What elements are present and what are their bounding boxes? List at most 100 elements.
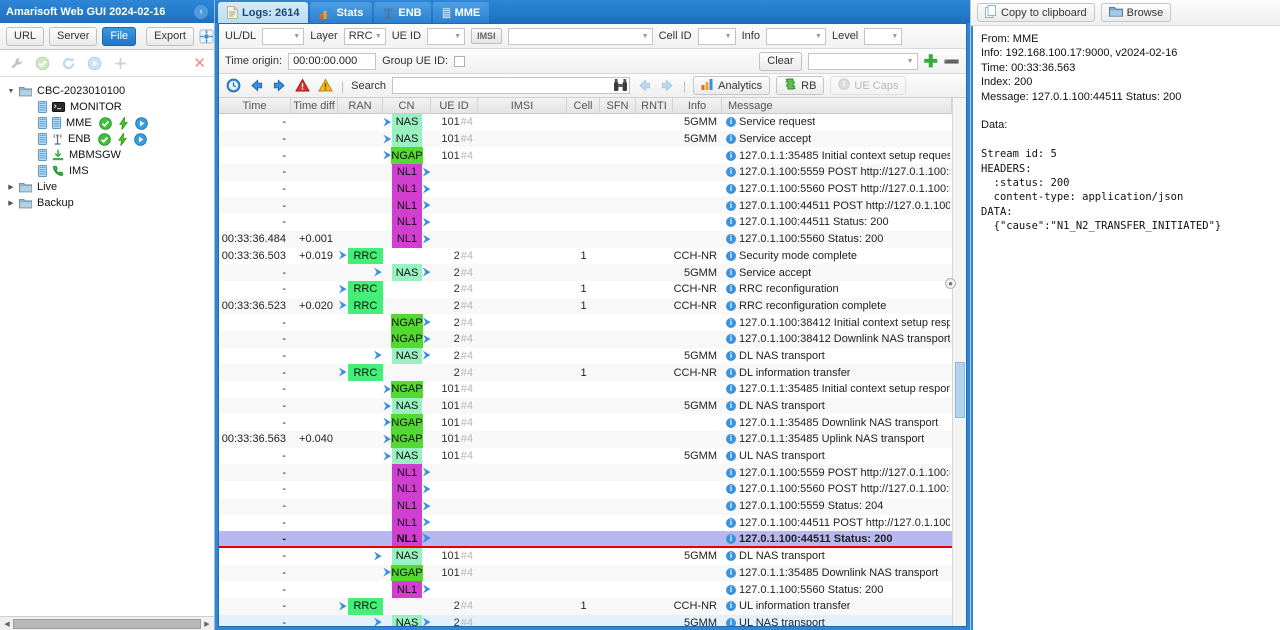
tab-logs[interactable]: Logs: 2614 xyxy=(218,2,309,23)
table-vertical-scrollbar[interactable]: ● xyxy=(945,98,966,626)
lightning-icon[interactable] xyxy=(117,132,127,146)
tree-item-mbmsgw[interactable]: MBMSGW xyxy=(0,147,214,163)
uldl-select[interactable]: ▼ xyxy=(262,27,305,45)
search-prev-icon[interactable] xyxy=(636,77,653,94)
tree-item-mme[interactable]: MME xyxy=(0,115,214,131)
column-header-time[interactable]: Time xyxy=(219,98,291,114)
scroll-right-arrow-icon[interactable]: ▶ xyxy=(201,620,213,628)
lightning-icon[interactable] xyxy=(118,116,128,130)
tree-twisty-icon[interactable]: ▶ xyxy=(6,199,16,207)
collapse-sidebar-icon[interactable]: ‹ xyxy=(194,4,208,19)
table-row[interactable]: - NL1 ⮞ i 127.0.1.100:5560 POST http://127.0… xyxy=(219,481,952,498)
table-row[interactable]: - ⮞ NAS 101 #4 5GMM i Service accept xyxy=(219,130,952,148)
rb-button[interactable]: RB xyxy=(776,76,825,95)
clear-button[interactable]: Clear xyxy=(759,51,802,71)
arrow-left-icon[interactable] xyxy=(248,77,265,94)
search-next-icon[interactable] xyxy=(659,77,676,94)
connect-icon[interactable] xyxy=(199,28,214,45)
table-row[interactable]: - ⮞RRC 2#4 1 DCCH-NR iUL information transfer xyxy=(219,597,952,615)
ueid-select[interactable]: ▼ xyxy=(427,27,466,45)
tab-enb[interactable]: ENB xyxy=(374,2,431,23)
status-ok-icon[interactable] xyxy=(97,132,111,146)
cellid-select[interactable]: ▼ xyxy=(697,27,736,45)
table-row[interactable]: - NL1 ⮞ i 127.0.1.100:5559 Status: 204 xyxy=(219,497,952,515)
table-body[interactable]: - ⮞ NAS 101 #4 5GMM i Service request - ⮞ NAS 101 #4… xyxy=(219,114,952,626)
tree-item-ims[interactable]: IMS xyxy=(0,163,214,179)
table-row[interactable]: - NL1 ⮞ i 127.0.1.100:5559 POST http://127.0… xyxy=(219,164,952,181)
status-ok-icon[interactable] xyxy=(98,116,112,130)
export-button[interactable]: Export xyxy=(146,26,194,46)
server-button[interactable]: Server xyxy=(49,26,98,46)
table-row[interactable]: - ⮞ NGAP 101 #4 i 127.0.1.1:35485 Initial cont… xyxy=(219,147,952,165)
tree-item-backup[interactable]: ▶ Backup xyxy=(0,195,214,211)
add-preset-icon[interactable]: ✚ xyxy=(924,53,938,70)
level-select[interactable]: ▼ xyxy=(864,27,903,45)
scroll-thumb[interactable] xyxy=(955,362,965,418)
search-input[interactable] xyxy=(391,77,630,94)
imsi-button[interactable]: IMSI xyxy=(471,28,502,44)
table-row[interactable]: - ⮞ NAS ⮞ 2 #4 5GMM i DL NAS transport xyxy=(219,347,952,365)
table-row[interactable]: - ⮞ NGAP 101 #4 i 127.0.1.1:35485 Downlink NAS… xyxy=(219,414,952,432)
table-row[interactable]: - NL1 ⮞ i 127.0.1.100:5559 POST http://127.0… xyxy=(219,464,952,482)
column-header-imsi[interactable]: IMSI xyxy=(478,98,567,114)
imsi-select[interactable]: ▼ xyxy=(507,27,653,45)
tab-stats[interactable]: Stats xyxy=(310,2,373,23)
play-icon[interactable] xyxy=(133,132,147,146)
table-row[interactable]: - ⮞ NGAP 101 #4 i 127.0.1.1:35485 Initial cont… xyxy=(219,381,952,398)
ue-caps-button[interactable]: UE Caps xyxy=(830,76,907,95)
wrench-icon[interactable] xyxy=(8,55,25,72)
column-header-msg[interactable]: Message xyxy=(722,98,952,114)
table-row[interactable]: - NL1 ⮞ i 127.0.1.100:5560 Status: 200 xyxy=(219,581,952,598)
analytics-button[interactable]: Analytics xyxy=(693,76,771,95)
error-triangle-icon[interactable] xyxy=(294,77,311,94)
sidebar-horizontal-scrollbar[interactable]: ◀ ▶ xyxy=(0,616,214,630)
copy-to-clipboard-button[interactable]: Copy to clipboard xyxy=(977,3,1095,22)
tree-item-cbc-2023010100[interactable]: ▼ CBC-2023010100 xyxy=(0,83,214,99)
table-row[interactable]: - NL1 ⮞ i 127.0.1.100:44511 POST http://127.… xyxy=(219,197,952,215)
table-row[interactable]: - NL1 ⮞ i 127.0.1.100:44511 Status: 200 xyxy=(219,214,952,231)
refresh-icon[interactable] xyxy=(60,55,77,72)
table-row[interactable]: - ⮞RRC 2#4 1 DCCH-NR iRRC reconfiguration xyxy=(219,280,952,298)
clock-icon[interactable] xyxy=(225,77,242,94)
table-row[interactable]: - ⮞ NGAP 101 #4 i 127.0.1.1:35485 Downlink NAS… xyxy=(219,564,952,582)
link-icon[interactable] xyxy=(112,55,129,72)
arrow-right-icon[interactable] xyxy=(271,77,288,94)
close-icon[interactable]: ✕ xyxy=(193,56,206,71)
tree-item-monitor[interactable]: MONITOR xyxy=(0,99,214,115)
table-row[interactable]: - NGAP ⮞ 2 #4 i 127.0.1.100:38412 Initial cont… xyxy=(219,314,952,331)
column-header-info[interactable]: Info xyxy=(673,98,722,114)
binoculars-icon[interactable] xyxy=(613,78,628,95)
tree-item-live[interactable]: ▶ Live xyxy=(0,179,214,195)
layer-select[interactable]: RRC,▼ xyxy=(343,27,386,45)
tab-mme[interactable]: MME xyxy=(432,2,490,23)
tree-twisty-icon[interactable]: ▼ xyxy=(6,88,16,95)
table-row[interactable]: - NL1 ⮞ i 127.0.1.100:44511 POST http://127.… xyxy=(219,514,952,532)
table-row[interactable]: - ⮞ NAS ⮞ 2 #4 5GMM i UL NAS transport xyxy=(219,614,952,626)
browse-button[interactable]: Browse xyxy=(1100,3,1172,22)
info-select[interactable]: ▼ xyxy=(765,27,826,45)
group-ueid-checkbox[interactable] xyxy=(454,55,466,67)
tree-item-enb[interactable]: ENB xyxy=(0,131,214,147)
check-circle-icon[interactable] xyxy=(34,55,51,72)
table-row[interactable]: - ⮞ NAS 101 #4 5GMM i DL NAS transport xyxy=(219,547,952,565)
column-header-cell[interactable]: Cell xyxy=(567,98,600,114)
warning-triangle-icon[interactable] xyxy=(317,77,334,94)
table-row[interactable]: - NL1 ⮞ i 127.0.1.100:44511 Status: 200 xyxy=(219,531,952,548)
preset-select[interactable]: ▼ xyxy=(807,52,918,70)
play-icon[interactable] xyxy=(134,116,148,130)
table-row[interactable]: - ⮞ NAS ⮞ 2 #4 5GMM i Service accept xyxy=(219,264,952,281)
table-row[interactable]: - ⮞ NAS 101 #4 5GMM i DL NAS transport xyxy=(219,397,952,415)
column-header-sfn[interactable]: SFN xyxy=(600,98,636,114)
column-header-tdiff[interactable]: Time diff xyxy=(291,98,338,114)
column-header-ueid[interactable]: UE ID xyxy=(431,98,478,114)
table-row[interactable]: - ⮞RRC 2#4 1 DCCH-NR iDL information transfer xyxy=(219,364,952,381)
column-header-ran[interactable]: RAN xyxy=(338,98,383,114)
column-header-cn[interactable]: CN xyxy=(383,98,431,114)
table-row[interactable]: 00:33:36.563 +0.040 ⮞ NGAP 101 #4 i 127.0.1.1:3… xyxy=(219,431,952,448)
panel-resize-handle[interactable]: ● xyxy=(945,278,956,289)
time-origin-input[interactable] xyxy=(288,52,377,70)
table-row[interactable]: - NGAP ⮞ 2 #4 i 127.0.1.100:38412 Downlink NAS… xyxy=(219,330,952,348)
scroll-thumb[interactable] xyxy=(13,618,201,629)
url-button[interactable]: URL xyxy=(6,26,45,46)
play-circle-icon[interactable] xyxy=(86,55,103,72)
